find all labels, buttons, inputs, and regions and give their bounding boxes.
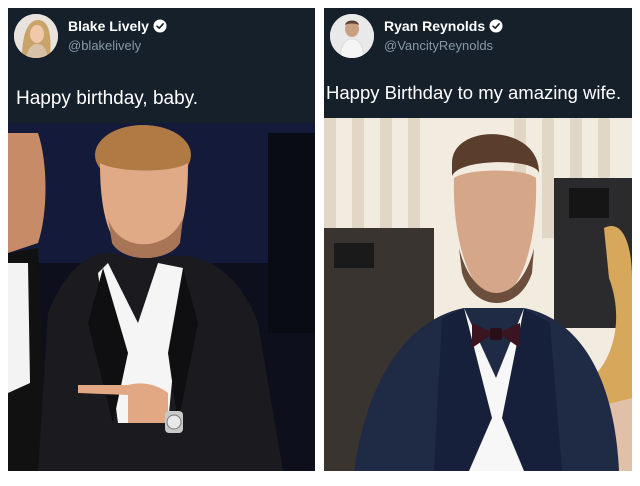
tweet-text: Happy birthday, baby. [16,88,199,109]
tweet-photo[interactable] [324,118,632,471]
avatar-ryan-reynolds[interactable] [330,14,374,58]
display-name[interactable]: Blake Lively [68,18,149,34]
user-handle[interactable]: @blakelively [68,38,141,53]
photo-of-man-in-tuxedo-pointing-at-watch [8,123,315,471]
verified-badge-icon [153,19,167,33]
tweet-header: Blake Lively @blakelively [8,8,315,68]
author-name-row: Ryan Reynolds [384,18,503,34]
author-name-row: Blake Lively [68,18,167,34]
photo-of-man-in-tuxedo-with-bow-tie [324,118,632,471]
display-name[interactable]: Ryan Reynolds [384,18,485,34]
tweet-header: Ryan Reynolds @VancityReynolds [324,8,632,68]
user-handle[interactable]: @VancityReynolds [384,38,493,53]
verified-badge-icon [489,19,503,33]
tweet-card-blake-lively[interactable]: Blake Lively @blakelively Happy birthday… [8,8,315,471]
tweet-card-ryan-reynolds[interactable]: Ryan Reynolds @VancityReynolds Happy Bir… [324,8,632,471]
tweet-photo[interactable] [8,123,315,471]
tweet-text: Happy Birthday to my amazing wife. [326,82,622,103]
avatar-blake-lively[interactable] [14,14,58,58]
